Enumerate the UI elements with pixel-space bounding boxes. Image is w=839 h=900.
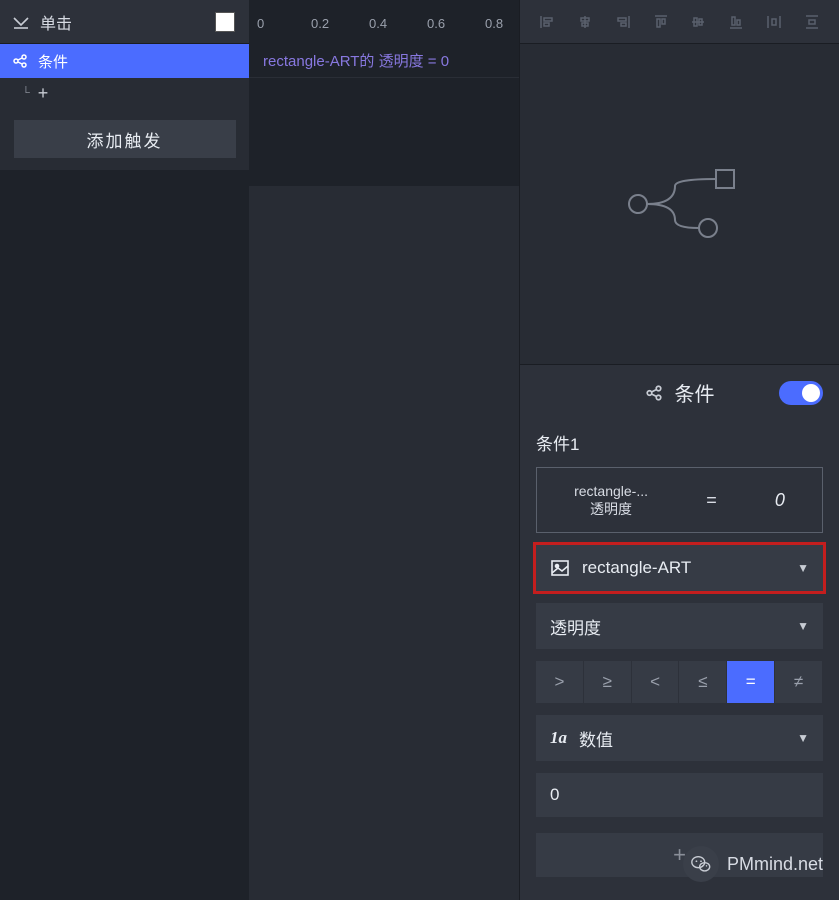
add-child-row[interactable]: └ + (0, 78, 249, 108)
target-dropdown[interactable]: rectangle-ART ▼ (536, 545, 823, 591)
type-label: 数值 (579, 726, 613, 751)
chevron-down-icon: ▼ (797, 731, 809, 745)
trigger-row[interactable]: 单击 (0, 0, 249, 44)
enabled-toggle[interactable] (779, 381, 823, 405)
watermark: PMmind.net (683, 846, 823, 882)
canvas-area[interactable] (249, 186, 519, 900)
plus-icon: + (38, 83, 49, 104)
chevron-down-icon: ▼ (797, 619, 809, 633)
chevron-down-icon: ▼ (797, 561, 809, 575)
condition-index-label: 条件1 (536, 430, 823, 455)
wechat-icon (683, 846, 719, 882)
target-label: rectangle-ART (582, 558, 691, 578)
image-icon (550, 558, 570, 578)
inspector-panel: 条件 条件1 rectangle-... 透明度 = 0 rectangle-A… (519, 0, 839, 900)
watermark-text: PMmind.net (727, 854, 823, 875)
formula-bar: rectangle-ART的 透明度 = 0 (249, 44, 519, 78)
condition-label: 条件 (38, 51, 68, 72)
trigger-label: 单击 (40, 10, 72, 34)
align-center-h-icon[interactable] (575, 12, 595, 32)
type-prefix: 1a (550, 728, 567, 748)
tree-connector-icon: └ (22, 87, 30, 99)
distribute-h-icon[interactable] (764, 12, 784, 32)
align-left-icon[interactable] (537, 12, 557, 32)
op-neq[interactable]: ≠ (775, 661, 822, 703)
left-panel: 单击 条件 └ + 添加触发 (0, 0, 249, 900)
property-label: 透明度 (550, 614, 601, 639)
expression-summary[interactable]: rectangle-... 透明度 = 0 (536, 467, 823, 533)
op-gt[interactable]: > (536, 661, 583, 703)
alignment-toolbar (520, 0, 839, 44)
expr-left: rectangle-... 透明度 (574, 482, 648, 518)
condition-section-header: 条件 (520, 364, 839, 420)
expr-operator: = (706, 490, 717, 511)
op-lt[interactable]: < (632, 661, 679, 703)
condition-body: 条件1 rectangle-... 透明度 = 0 rectangle-ART … (520, 420, 839, 833)
click-icon (12, 13, 30, 31)
operator-row: > ≥ < ≤ = ≠ (536, 661, 823, 703)
flow-preview (520, 44, 839, 364)
ruler-tick: 0.6 (427, 16, 445, 31)
value-type-dropdown[interactable]: 1a 数值 ▼ (536, 715, 823, 761)
flow-graph-icon (620, 164, 740, 244)
ruler-tick: 0.4 (369, 16, 387, 31)
ruler-tick: 0.2 (311, 16, 329, 31)
property-dropdown[interactable]: 透明度 ▼ (536, 603, 823, 649)
expr-value: 0 (775, 490, 785, 511)
distribute-v-icon[interactable] (802, 12, 822, 32)
align-bottom-icon[interactable] (726, 12, 746, 32)
condition-row[interactable]: 条件 (0, 44, 249, 78)
add-trigger-button[interactable]: 添加触发 (14, 120, 236, 158)
op-gte[interactable]: ≥ (584, 661, 631, 703)
section-title: 条件 (675, 378, 715, 407)
share-icon (12, 53, 28, 69)
color-swatch[interactable] (215, 12, 235, 32)
share-icon (645, 384, 663, 402)
align-center-v-icon[interactable] (688, 12, 708, 32)
align-right-icon[interactable] (613, 12, 633, 32)
ruler: 0 0.2 0.4 0.6 0.8 (249, 0, 519, 44)
ruler-tick: 0.8 (485, 16, 503, 31)
ruler-tick: 0 (257, 16, 264, 31)
op-lte[interactable]: ≤ (679, 661, 726, 703)
align-top-icon[interactable] (651, 12, 671, 32)
value-input[interactable] (536, 773, 823, 817)
op-eq[interactable]: = (727, 661, 774, 703)
timeline-panel: 0 0.2 0.4 0.6 0.8 rectangle-ART的 透明度 = 0 (249, 0, 519, 900)
